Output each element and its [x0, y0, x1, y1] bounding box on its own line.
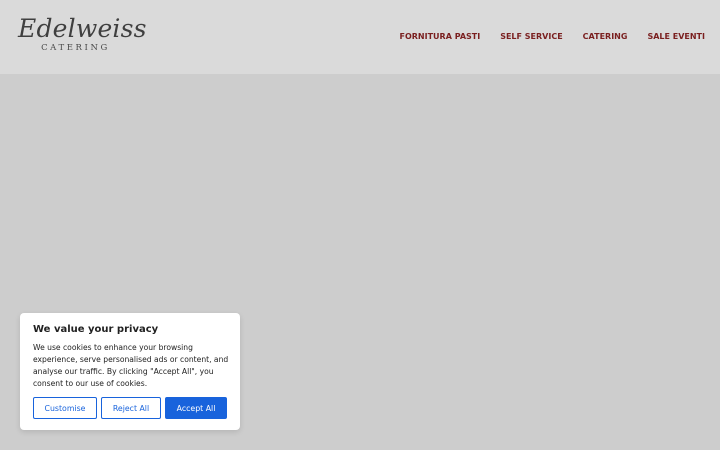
- site-header: Edelweiss CATERING FORNITURA PASTI SELF …: [0, 0, 720, 74]
- cookie-consent-banner: We value your privacy We use cookies to …: [20, 313, 240, 430]
- cookie-title: We value your privacy: [33, 324, 159, 335]
- accept-all-button[interactable]: Accept All: [165, 397, 227, 419]
- site-logo[interactable]: Edelweiss CATERING: [18, 14, 147, 53]
- logo-subtitle: CATERING: [41, 43, 110, 53]
- logo-name: Edelweiss: [18, 14, 147, 43]
- nav-item-sale-eventi[interactable]: SALE EVENTI: [647, 32, 705, 41]
- cookie-description: We use cookies to enhance your browsing …: [33, 343, 229, 388]
- nav-item-fornitura-pasti[interactable]: FORNITURA PASTI: [400, 32, 481, 41]
- customise-button[interactable]: Customise: [33, 397, 97, 419]
- cookie-button-row: Customise Reject All Accept All: [33, 397, 227, 419]
- reject-all-button[interactable]: Reject All: [101, 397, 161, 419]
- main-nav: FORNITURA PASTI SELF SERVICE CATERING SA…: [400, 32, 706, 41]
- nav-item-self-service[interactable]: SELF SERVICE: [500, 32, 562, 41]
- nav-item-catering[interactable]: CATERING: [583, 32, 628, 41]
